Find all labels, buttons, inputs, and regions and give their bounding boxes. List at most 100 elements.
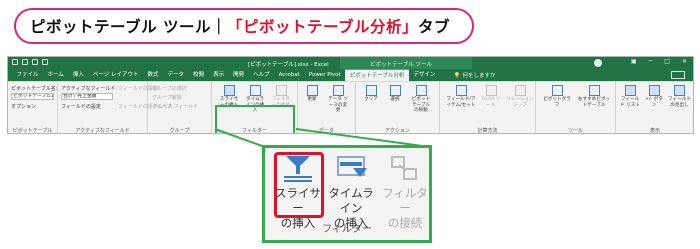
tell-me-search[interactable]: 💡 何をしますか [454, 71, 496, 79]
group-label-group: グループ [169, 128, 190, 134]
field-list-button[interactable]: フィールド リスト [619, 85, 641, 108]
field-settings-button[interactable]: フィールドの設定 [61, 103, 101, 110]
undo-icon[interactable] [32, 59, 38, 65]
field-headers-icon [674, 85, 685, 96]
heading-suffix: タブ [418, 18, 451, 36]
pivotchart-icon [551, 85, 563, 96]
options-button[interactable]: オプション [11, 103, 36, 110]
select-button[interactable]: 選択 [384, 85, 406, 103]
plus-minus-icon [648, 85, 660, 96]
timeline-icon [249, 85, 261, 96]
pivotchart-button[interactable]: ピボットグラフ [542, 85, 572, 108]
clear-icon [365, 85, 377, 96]
tab-review[interactable]: 校閲 [189, 69, 209, 81]
clear-button[interactable]: クリア [360, 85, 382, 103]
tab-acrobat[interactable]: Acrobat [274, 69, 304, 81]
group-label-pivottable: ピボットテーブル [12, 128, 53, 134]
tab-help[interactable]: ヘルプ [249, 69, 275, 81]
recommended-pivot-button[interactable]: おすすめピボットテーブル [576, 85, 612, 108]
group-show: フィールド リスト +/- ボタン フィールドの見出し 表示 [616, 82, 693, 134]
refresh-button[interactable]: 更新 [301, 85, 323, 103]
relationships-icon [514, 85, 526, 96]
avatar[interactable] [594, 59, 602, 67]
plus-minus-label: +/- ボタン [645, 97, 663, 108]
group-data: 更新 データ ソースの変更 データ [298, 82, 356, 134]
field-list-icon [624, 85, 636, 96]
group-tools: ピボットグラフ おすすめピボットテーブル ツール [536, 82, 616, 134]
tab-formulas[interactable]: 数式 [143, 69, 163, 81]
document-title: [ピボットテーブル].xlsx - Excel [248, 61, 329, 68]
group-label-data: データ [318, 128, 334, 134]
tab-data[interactable]: データ [163, 69, 189, 81]
data-source-icon [332, 85, 344, 96]
move-pivot-label: ピボットテーブルの移動 [411, 97, 431, 113]
insert-timeline-label-1: タイムライン [328, 186, 374, 215]
close-icon[interactable]: ✕ [682, 58, 687, 65]
heading-prefix: ピボットテーブル ツール｜ [30, 18, 227, 36]
olap-tools-label: OLAP ツール [481, 97, 501, 108]
filter-connections-icon [275, 85, 287, 96]
ribbon-body: ピボットテーブル名: ピボットテーブル1 オプション ピボットテーブル アクティ… [8, 81, 693, 134]
plus-minus-button[interactable]: +/- ボタン [643, 85, 665, 108]
window-controls: ▣ ─ □ ✕ [631, 58, 687, 65]
group-label-show: 表示 [649, 128, 660, 134]
group-pivottable: ピボットテーブル名: ピボットテーブル1 オプション ピボットテーブル [8, 82, 58, 134]
group-field-button[interactable]: グループ フィールド [152, 103, 198, 110]
field-headers-button[interactable]: フィールドの見出し [667, 85, 692, 108]
field-list-label: フィールド リスト [620, 97, 640, 108]
quick-access-toolbar [12, 59, 48, 65]
tab-view[interactable]: 表示 [209, 69, 229, 81]
active-field-input[interactable]: 合計 / 売上金額 [61, 93, 113, 100]
ribbon-tabs: ファイル ホーム 挿入 ページ レイアウト 数式 データ 校閲 表示 開発 ヘル… [8, 68, 693, 82]
save-icon[interactable] [22, 59, 28, 65]
ribbon-display-icon[interactable]: ▣ [631, 58, 637, 65]
pivot-name-label: ピボットテーブル名: [11, 86, 58, 92]
tab-page-layout[interactable]: ページ レイアウト [88, 69, 143, 81]
tab-design[interactable]: デザイン [409, 69, 440, 81]
tab-home[interactable]: ホーム [43, 69, 68, 81]
select-label: 選択 [390, 97, 400, 102]
redo-icon[interactable] [42, 59, 48, 65]
excel-window: [ピボットテーブル].xlsx - Excel ピボットテーブル ツール ▣ ─… [7, 56, 694, 134]
tell-me-label: 何をしますか [462, 73, 496, 79]
context-tab-label: ピボットテーブル ツール [340, 57, 472, 69]
filter-connections-icon [389, 154, 421, 184]
clear-label: クリア [364, 97, 378, 102]
group-label-tools: ツール [567, 128, 583, 134]
olap-tools-button[interactable]: OLAP ツール [480, 85, 502, 108]
change-source-button[interactable]: データ ソースの変更 [327, 85, 349, 114]
autosave-icon[interactable] [12, 59, 18, 65]
change-source-label: データ ソースの変更 [328, 97, 348, 113]
group-active-field: アクティブなフィールド: 合計 / 売上金額 フィールドの設定 フィールドの展開… [58, 82, 173, 134]
tab-insert[interactable]: 挿入 [68, 69, 88, 81]
timeline-icon [335, 154, 367, 184]
group-selection-button[interactable]: グループの選択 [152, 85, 187, 92]
group-label-active-field: アクティブなフィールド [75, 128, 130, 134]
lightbulb-icon: 💡 [453, 73, 461, 79]
filter-group-highlight [215, 105, 295, 133]
move-pivot-button[interactable]: ピボットテーブルの移動 [410, 85, 432, 114]
refresh-icon [306, 85, 318, 96]
page-heading: ピボットテーブル ツール｜ 「ピボットテーブル分析」 タブ [14, 8, 474, 44]
tab-developer[interactable]: 開発 [229, 69, 249, 81]
relationships-button[interactable]: リレーションシップ [506, 85, 534, 108]
select-icon [389, 85, 401, 96]
heading-highlight: 「ピボットテーブル分析」 [226, 18, 419, 36]
tab-power-pivot[interactable]: Power Pivot [304, 69, 345, 81]
ungroup-button[interactable]: グループ解除 [152, 94, 182, 101]
maximize-icon[interactable]: □ [664, 58, 670, 65]
tab-file[interactable]: ファイル [12, 69, 43, 81]
tab-pivottable-analyze[interactable]: ピボットテーブル分析 [345, 68, 409, 82]
pivot-name-input[interactable]: ピボットテーブル1 [11, 93, 54, 100]
fields-items-sets-button[interactable]: フィールド/アイテム/セット [446, 85, 476, 108]
slicer-highlight-box [274, 152, 324, 218]
move-pivot-icon [415, 85, 427, 96]
fx-icon [455, 85, 467, 96]
title-bar: [ピボットテーブル].xlsx - Excel ピボットテーブル ツール ▣ ─… [8, 57, 693, 69]
share-button[interactable] [671, 71, 685, 79]
minimize-icon[interactable]: ─ [649, 58, 653, 65]
pivotchart-label: ピボットグラフ [543, 97, 571, 108]
zoom-group-label: フィルター [322, 224, 372, 235]
olap-icon [485, 85, 497, 96]
recommended-pivot-label: おすすめピボットテーブル [577, 97, 611, 108]
